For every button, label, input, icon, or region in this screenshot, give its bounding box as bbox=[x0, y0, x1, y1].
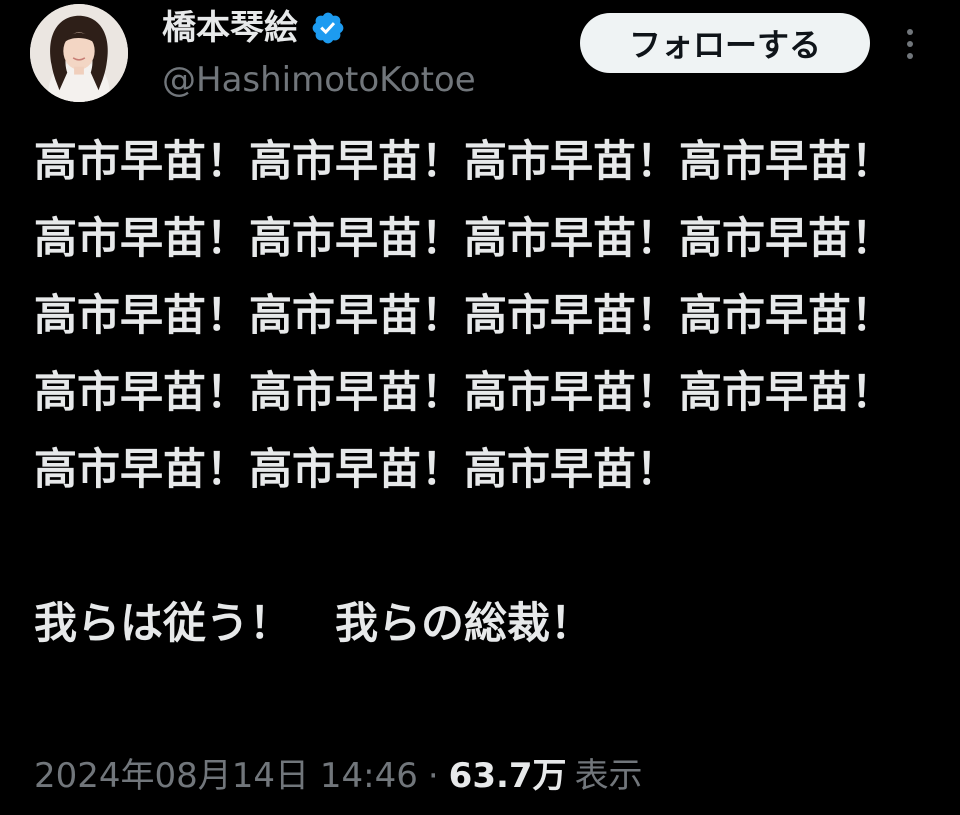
more-options-icon[interactable] bbox=[898, 26, 922, 62]
views-label[interactable]: 表示 bbox=[575, 750, 643, 802]
verified-badge-icon[interactable] bbox=[310, 10, 346, 46]
avatar[interactable] bbox=[30, 4, 128, 102]
post-timestamp[interactable]: 2024年08月14日 14:46 bbox=[34, 750, 418, 802]
post-text: 高市早苗！高市早苗！高市早苗！高市早苗！高市早苗！高市早苗！高市早苗！高市早苗！… bbox=[34, 137, 894, 649]
author-name-row: 橋本琴絵 bbox=[162, 6, 346, 50]
post-container: 橋本琴絵 @HashimotoKotoe フォローする 高市早苗！高市早苗！高市… bbox=[0, 0, 960, 815]
author-handle[interactable]: @HashimotoKotoe bbox=[162, 58, 476, 102]
follow-button[interactable]: フォローする bbox=[580, 13, 870, 73]
avatar-photo-icon bbox=[30, 4, 128, 102]
post-meta: 2024年08月14日 14:46 · 63.7万 表示 bbox=[34, 750, 643, 802]
author-display-name[interactable]: 橋本琴絵 bbox=[162, 6, 298, 50]
meta-separator: · bbox=[427, 756, 439, 796]
views-count[interactable]: 63.7万 bbox=[449, 750, 567, 802]
